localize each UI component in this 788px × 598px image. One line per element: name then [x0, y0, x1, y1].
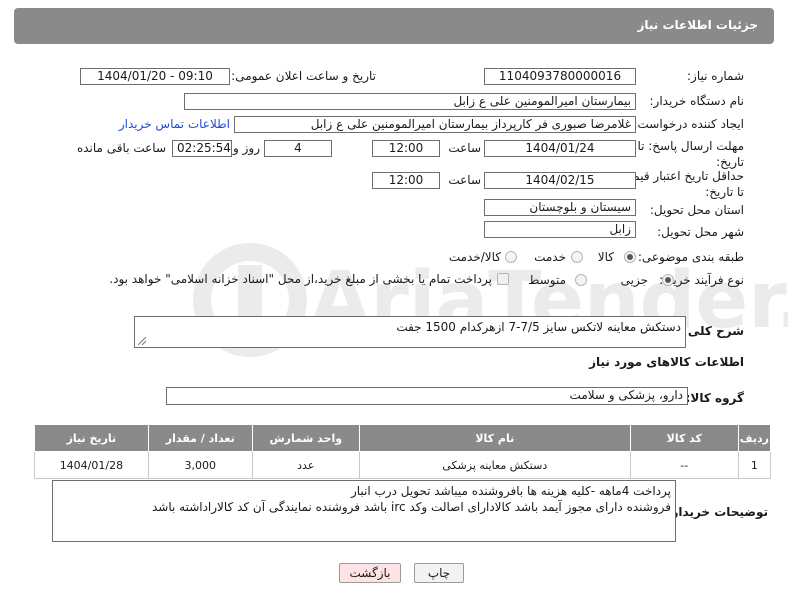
goods-group-label: گروه کالا:	[685, 391, 744, 405]
province-field: سیستان و بلوچستان	[484, 199, 636, 216]
cell-quantity: 3,000	[147, 451, 253, 479]
deadline-date-field: 1404/01/24	[484, 140, 636, 157]
creator-field: غلامرضا صبوری فر کارپرداز بیمارستان امیر…	[234, 116, 636, 133]
validity-time-field: 12:00	[372, 172, 440, 189]
goods-section-title: اطلاعات کالاهای مورد نیاز	[589, 355, 744, 369]
goods-group-field: دارو، پزشکی و سلامت	[166, 387, 688, 405]
header-panel: جزئیات اطلاعات نیاز	[14, 8, 774, 44]
deadline-days-label: روز و	[233, 141, 260, 155]
page-title: جزئیات اطلاعات نیاز	[637, 18, 758, 32]
col-header-item-name: نام کالا	[358, 424, 631, 452]
province-label: استان محل تحویل:	[649, 203, 744, 217]
buyer-org-field: بیمارستان امیرالمومنین علی ع زابل	[184, 93, 636, 110]
buyer-org-label: نام دستگاه خریدار:	[649, 94, 745, 108]
deadline-time-label: ساعت	[448, 141, 481, 155]
need-number-label: شماره نیاز:	[687, 69, 744, 83]
treasury-payment-checkbox[interactable]	[497, 273, 509, 285]
back-button[interactable]: بازگشت	[339, 563, 401, 583]
city-field: زابل	[484, 221, 636, 238]
cell-item-name: دستکش معاینه پزشکی	[358, 451, 631, 479]
deadline-label: مهلت ارسال پاسخ: تا تاریخ:	[637, 139, 744, 169]
table-row: 1 -- دستکش معاینه پزشکی عدد 3,000 1404/0…	[34, 451, 772, 479]
col-header-item-code: کد کالا	[629, 424, 739, 452]
buyer-contact-link[interactable]: اطلاعات تماس خریدار	[119, 117, 230, 131]
purchase-option-minor: جزیی	[620, 273, 648, 287]
need-number-field: 1104093780000016	[484, 68, 636, 85]
treasury-payment-note: پرداخت تمام یا بخشی از مبلغ خرید،از محل …	[109, 272, 492, 286]
category-option-service: خدمت	[534, 250, 566, 264]
remaining-time-label: ساعت باقی مانده	[76, 141, 166, 155]
validity-date-field: 1404/02/15	[484, 172, 636, 189]
col-header-unit: واحد شمارش	[251, 424, 360, 452]
purchase-radio-medium[interactable]	[575, 274, 587, 286]
cell-item-code: --	[629, 451, 739, 479]
remaining-time-field: 02:25:54	[172, 140, 232, 157]
goods-table: ردیف کد کالا نام کالا واحد شمارش تعداد /…	[34, 424, 772, 479]
description-text: دستکش معاینه لاتکس سایز 7/5-7 ازهرکدام 1…	[396, 320, 681, 334]
buyer-notes-line-2: فروشنده دارای مجوز آیمد باشد کالادارای ا…	[151, 500, 671, 514]
category-label: طبقه بندی موضوعی:	[637, 250, 744, 264]
cell-need-date: 1404/01/28	[34, 451, 149, 479]
print-button[interactable]: چاپ	[414, 563, 464, 583]
description-textarea: دستکش معاینه لاتکس سایز 7/5-7 ازهرکدام 1…	[134, 316, 686, 348]
purchase-option-medium: متوسط	[528, 273, 566, 287]
cell-row-number: 1	[737, 451, 772, 479]
cell-unit: عدد	[251, 451, 360, 479]
col-header-row-number: ردیف	[737, 424, 772, 452]
creator-label: ایجاد کننده درخواست:	[633, 117, 744, 131]
purchase-radio-minor[interactable]	[662, 274, 674, 286]
buyer-notes-label: توضیحات خریدار:	[666, 505, 768, 519]
col-header-need-date: تاریخ نیاز	[34, 424, 149, 452]
category-radio-service[interactable]	[571, 251, 583, 263]
buyer-notes-textarea: پرداخت 4ماهه -کلیه هزینه ها بافروشنده می…	[52, 480, 676, 542]
validity-time-label: ساعت	[448, 173, 481, 187]
category-option-goods-service: کالا/خدمت	[448, 250, 501, 264]
deadline-days-field: 4	[264, 140, 332, 157]
category-option-goods: کالا	[597, 250, 614, 264]
city-label: شهر محل تحویل:	[657, 225, 744, 239]
resize-grip-icon	[138, 337, 146, 345]
category-radio-goods-service[interactable]	[505, 251, 517, 263]
category-radio-goods[interactable]	[624, 251, 636, 263]
buyer-notes-line-1: پرداخت 4ماهه -کلیه هزینه ها بافروشنده می…	[350, 484, 671, 498]
announce-datetime-label: تاریخ و ساعت اعلان عمومی:	[231, 69, 376, 83]
deadline-time-field: 12:00	[372, 140, 440, 157]
col-header-quantity: تعداد / مقدار	[147, 424, 253, 452]
goods-table-header-row: ردیف کد کالا نام کالا واحد شمارش تعداد /…	[34, 424, 772, 452]
announce-datetime-field: 1404/01/20 - 09:10	[80, 68, 230, 85]
